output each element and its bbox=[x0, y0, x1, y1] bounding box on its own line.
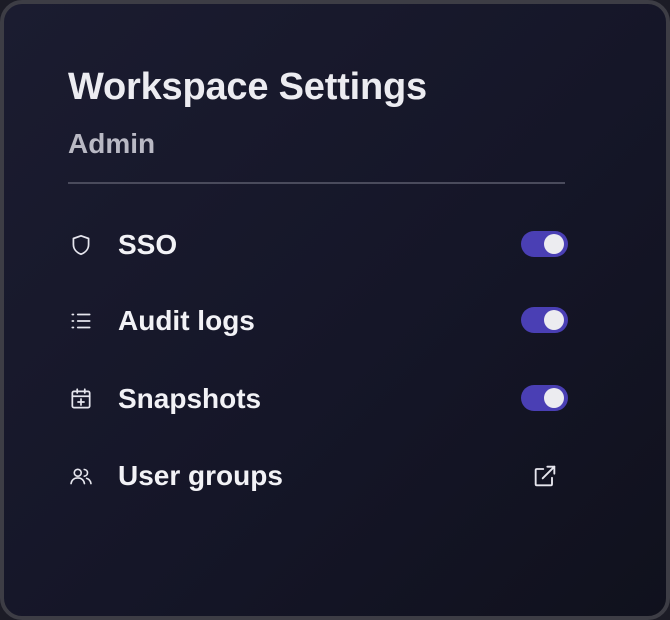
setting-row-sso[interactable]: SSO bbox=[68, 219, 568, 271]
setting-label: Snapshots bbox=[118, 383, 262, 414]
settings-panel: Workspace Settings Admin SSO Audit logs bbox=[0, 0, 670, 620]
panel-subtitle: Admin bbox=[68, 128, 156, 159]
panel-title: Workspace Settings bbox=[68, 66, 427, 108]
toggle-knob bbox=[544, 388, 564, 408]
audit-logs-toggle[interactable] bbox=[521, 307, 568, 333]
setting-label: SSO bbox=[118, 229, 178, 260]
sso-toggle[interactable] bbox=[521, 231, 568, 257]
setting-row-user-groups[interactable]: User groups bbox=[68, 450, 568, 502]
external-link-icon[interactable] bbox=[531, 462, 559, 490]
list-icon bbox=[68, 308, 94, 334]
shield-icon bbox=[68, 232, 94, 258]
setting-row-snapshots[interactable]: Snapshots bbox=[68, 373, 568, 425]
divider bbox=[68, 182, 565, 184]
users-icon bbox=[68, 463, 94, 489]
toggle-knob bbox=[544, 310, 564, 330]
calendar-plus-icon bbox=[68, 386, 94, 412]
setting-label: User groups bbox=[118, 460, 283, 491]
snapshots-toggle[interactable] bbox=[521, 385, 568, 411]
setting-label: Audit logs bbox=[118, 305, 255, 336]
setting-row-audit-logs[interactable]: Audit logs bbox=[68, 295, 568, 347]
toggle-knob bbox=[544, 234, 564, 254]
